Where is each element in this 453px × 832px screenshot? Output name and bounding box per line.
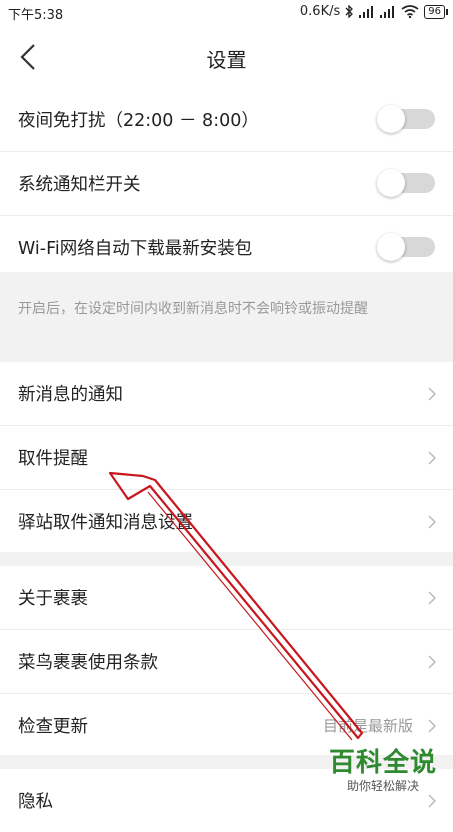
menu-item-station-notify[interactable]: 驿站取件通知消息设置: [0, 490, 453, 553]
notification-bar-toggle[interactable]: [377, 169, 435, 197]
setting-label: 夜间免打扰（22:00 － 8:00）: [18, 111, 259, 131]
chevron-right-icon: [428, 387, 437, 401]
menu-item-label: 新消息的通知: [18, 385, 123, 405]
setting-row-dnd: 夜间免打扰（22:00 － 8:00）: [0, 88, 453, 152]
dnd-toggle[interactable]: [377, 105, 435, 133]
status-time: 下午5:38: [8, 8, 64, 23]
status-icons: 0.6K/s 96: [299, 4, 448, 19]
setting-label: 系统通知栏开关: [18, 175, 141, 195]
wifi-download-toggle[interactable]: [377, 233, 435, 261]
menu-item-label: 取件提醒: [18, 449, 88, 469]
menu-item-pickup-reminder[interactable]: 取件提醒: [0, 426, 453, 490]
chevron-right-icon: [428, 719, 437, 733]
menu-item-new-message-notify[interactable]: 新消息的通知: [0, 362, 453, 426]
menu-item-about[interactable]: 关于裹裹: [0, 566, 453, 630]
signal-icon-2: [380, 5, 396, 18]
watermark-logo: 百科全说: [328, 748, 437, 778]
menu-item-label: 关于裹裹: [18, 589, 88, 609]
update-status: 目前是最新版: [322, 717, 413, 735]
network-speed: 0.6K/s: [299, 4, 341, 19]
menu-item-label: 检查更新: [18, 717, 88, 737]
menu-item-label: 驿站取件通知消息设置: [18, 513, 193, 533]
bluetooth-icon: [345, 5, 354, 18]
menu-item-label: 隐私: [18, 792, 53, 812]
watermark: 百科全说 助你轻松解决: [318, 748, 448, 794]
dnd-hint: 开启后，在设定时间内收到新消息时不会响铃或振动提醒: [0, 272, 453, 362]
about-settings-group: 关于裹裹 菜鸟裹裹使用条款 检查更新 目前是最新版: [0, 566, 453, 757]
menu-item-label: 菜鸟裹裹使用条款: [18, 653, 158, 673]
toggle-settings-group: 夜间免打扰（22:00 － 8:00） 系统通知栏开关 Wi-Fi网络自动下载最…: [0, 88, 453, 279]
chevron-right-icon: [428, 451, 437, 465]
notification-settings-group: 新消息的通知 取件提醒 驿站取件通知消息设置: [0, 362, 453, 553]
chevron-right-icon: [428, 591, 437, 605]
page-title: 设置: [206, 48, 247, 72]
section-gap: [0, 552, 453, 566]
watermark-subtitle: 助你轻松解决: [346, 779, 419, 793]
nav-bar: 设置: [0, 26, 453, 88]
battery-icon: 96: [424, 4, 448, 19]
status-bar: 下午5:38 0.6K/s 96: [0, 0, 453, 26]
chevron-right-icon: [428, 655, 437, 669]
wifi-icon: [401, 5, 419, 18]
chevron-right-icon: [428, 515, 437, 529]
chevron-right-icon: [428, 794, 437, 808]
setting-row-notification-bar: 系统通知栏开关: [0, 152, 453, 216]
menu-item-terms[interactable]: 菜鸟裹裹使用条款: [0, 630, 453, 694]
hint-text: 开启后，在设定时间内收到新消息时不会响铃或振动提醒: [18, 301, 368, 317]
setting-label: Wi-Fi网络自动下载最新安装包: [18, 239, 253, 259]
setting-row-wifi-download: Wi-Fi网络自动下载最新安装包: [0, 216, 453, 279]
signal-icon-1: [359, 5, 375, 18]
